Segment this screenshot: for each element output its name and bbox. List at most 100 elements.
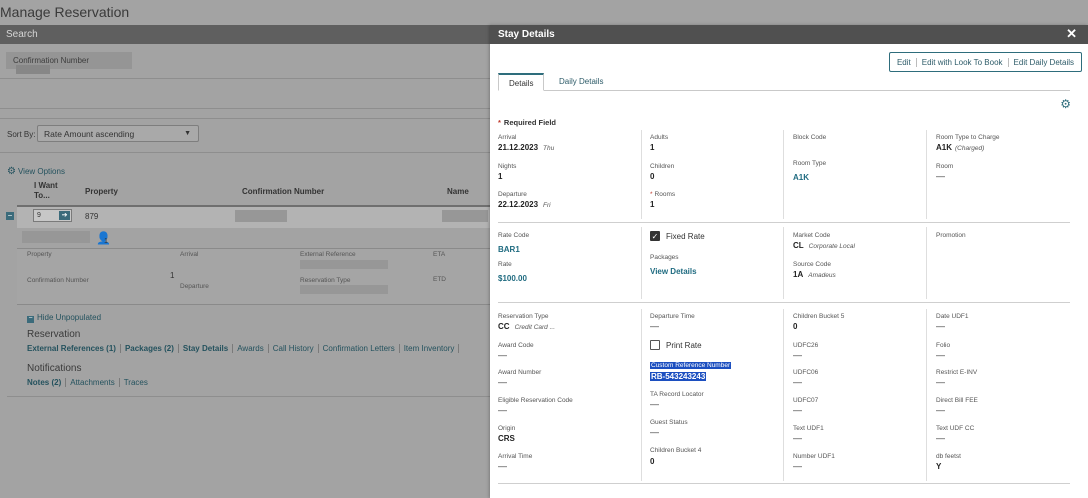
required-field-note: * Required Field [498,118,557,127]
sort-by-select[interactable]: Rate Amount ascending ▼ [37,125,199,142]
link-item-inventory[interactable]: Item Inventory [399,344,460,353]
source-code: 1A [793,270,804,279]
guest-count: 1 [104,238,108,245]
nights-value: 1 [498,172,503,181]
promotion-label: Promotion [936,232,966,239]
link-stay-details[interactable]: Stay Details [178,344,234,353]
stay-details-dialog: Stay Details ✕ Edit Edit with Look To Bo… [490,25,1088,498]
hide-unpopulated-toggle[interactable]: − Hide Unpopulated [27,313,101,323]
room-type-to-charge-value: A1K (Charged) [936,143,984,152]
redacted-reservation-type [300,285,388,294]
rate-label: Rate [498,261,512,268]
link-external-references[interactable]: External References (1) [27,344,121,353]
room-label: Room [936,163,954,170]
reservation-links: External References (1) Packages (2) Stay … [27,344,460,353]
fixed-rate-checkbox[interactable]: ✓ [650,231,660,241]
column-header-i-want[interactable]: I Want To... [34,181,64,201]
column-header-property[interactable]: Property [85,187,118,196]
children-bucket-5-value: 0 [793,322,798,331]
column-divider [926,227,927,299]
arrival-day: Thu [543,145,555,152]
room-type-value[interactable]: A1K [793,173,809,182]
notifications-section-title: Notifications [27,363,82,374]
source-code-desc: Amadeus [808,272,836,279]
rooms-label-text: Rooms [654,191,676,198]
date-udf1-label: Date UDF1 [936,313,969,320]
rtc-note: (Charged) [955,145,985,152]
minus-square-icon: − [27,315,34,323]
date-udf1-value: — [936,321,945,331]
departure-time-value: — [650,321,659,331]
rtc-code: A1K [936,143,953,152]
edit-look-to-book-button[interactable]: Edit with Look To Book [917,57,1009,67]
dialog-title: Stay Details [498,29,555,40]
collapse-icon[interactable]: − [6,212,14,220]
ta-record-locator-label: TA Record Locator [650,391,704,398]
page-title: Manage Reservation [0,4,130,20]
text-udf-cc-value: — [936,433,945,443]
award-code-label: Award Code [498,342,534,349]
link-notes[interactable]: Notes (2) [27,378,67,387]
adults-value: 1 [650,143,655,152]
confirmation-number-field[interactable]: Confirmation Number [6,52,132,75]
source-code-label: Source Code [793,261,831,268]
view-details-link[interactable]: View Details [650,267,697,276]
tab-daily-details[interactable]: Daily Details [549,73,613,91]
db-feetst-label: db feetst [936,453,961,460]
i-want-value: 9 [37,212,41,219]
reservation-type-value: CC Credit Card ... [498,322,555,331]
market-code: CL [793,241,804,250]
edit-button[interactable]: Edit [892,57,917,67]
award-number-label: Award Number [498,369,542,376]
view-options-link[interactable]: ⚙ View Options [7,166,65,177]
link-confirmation-letters[interactable]: Confirmation Letters [318,344,400,353]
close-icon[interactable]: ✕ [1066,27,1077,41]
column-header-confirmation[interactable]: Confirmation Number [242,187,324,196]
dialog-header: Stay Details ✕ [490,25,1088,44]
column-header-name[interactable]: Name [447,187,469,196]
link-packages[interactable]: Packages (2) [120,344,179,353]
text-udf1-label: Text UDF1 [793,425,824,432]
restrict-e-inv-value: — [936,377,945,387]
rate-value[interactable]: $100.00 [498,274,527,283]
children-bucket-4-value: 0 [650,457,655,466]
property-value: 879 [85,212,99,221]
tab-bar: Details Daily Details [498,71,1070,91]
block-code-label: Block Code [793,134,827,141]
divider [0,152,490,153]
arrival-date: 21.12.2023 [498,143,539,152]
redacted-name [442,210,488,222]
edit-daily-details-button[interactable]: Edit Daily Details [1009,58,1079,67]
tab-details[interactable]: Details [498,73,545,91]
section-divider [498,302,1070,303]
link-call-history[interactable]: Call History [268,344,319,353]
arrow-right-icon[interactable]: ➔ [59,211,70,220]
arrival-time-label: Arrival Time [498,453,533,460]
children-bucket-4-label: Children Bucket 4 [650,447,702,454]
arrival-label: Arrival [498,134,517,141]
redacted-guest-name [22,231,90,243]
folio-label: Folio [936,342,951,349]
rooms-value: 1 [650,200,655,209]
guest-status-value: — [650,427,659,437]
column-divider [641,130,642,219]
arrival-label: Arrival [180,251,199,258]
link-traces[interactable]: Traces [120,378,152,387]
children-bucket-5-label: Children Bucket 5 [793,313,845,320]
link-attachments[interactable]: Attachments [66,378,120,387]
link-awards[interactable]: Awards [233,344,269,353]
gear-icon[interactable]: ⚙ [1060,98,1071,110]
restrict-e-inv-label: Restrict E-INV [936,369,978,376]
i-want-to-control[interactable]: 9 ➔ [33,209,72,222]
rate-code-label: Rate Code [498,232,530,239]
gear-icon: ⚙ [7,166,16,177]
rate-code-value[interactable]: BAR1 [498,245,520,254]
arrival-time-value: — [498,461,507,471]
action-buttons: Edit Edit with Look To Book Edit Daily D… [888,52,1082,72]
print-rate-checkbox[interactable] [650,340,660,350]
direct-bill-fee-value: — [936,405,945,415]
origin-value: CRS [498,434,515,443]
reservation-type-desc: Credit Card ... [514,324,556,331]
redacted-external-ref [300,260,388,269]
divider [0,108,490,109]
